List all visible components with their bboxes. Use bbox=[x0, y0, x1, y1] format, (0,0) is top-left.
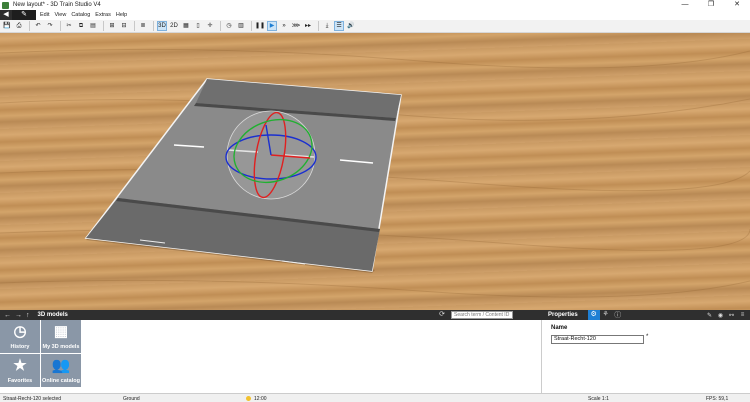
faster-icon[interactable]: ⋙ bbox=[291, 21, 301, 31]
properties-title: Properties bbox=[548, 312, 578, 318]
fastest-icon[interactable]: ▸▸ bbox=[303, 21, 313, 31]
toolbar-divider bbox=[60, 21, 61, 31]
ungroup-icon[interactable]: ⊟ bbox=[119, 21, 129, 31]
layers-icon[interactable]: ☰ bbox=[334, 21, 345, 31]
clock-icon: ◷ bbox=[13, 323, 27, 340]
history-tile[interactable]: ◷ History bbox=[0, 320, 40, 353]
back-arrow-icon[interactable]: ← bbox=[4, 312, 11, 319]
clock-icon[interactable]: ◷ bbox=[224, 21, 234, 31]
people-icon: 👥 bbox=[51, 357, 71, 374]
eye-icon[interactable]: ◉ bbox=[715, 312, 726, 319]
window-title: New layout* - 3D Train Studio V4 bbox=[13, 2, 101, 8]
train-icon[interactable]: ▯ bbox=[193, 21, 203, 31]
catalog-panel: ◷ History ▦ My 3D models ★ Favorites 👥 O… bbox=[0, 320, 541, 393]
catalog-header: ← → ↑ 3D models ⟳ Search term / Content … bbox=[0, 310, 541, 320]
fps-status: FPS: 59,1 bbox=[706, 396, 729, 402]
scene-canvas[interactable] bbox=[0, 33, 750, 310]
pin-icon[interactable]: ✎ bbox=[704, 312, 715, 319]
copy-icon[interactable]: ⧉ bbox=[76, 21, 86, 31]
name-field[interactable]: Straat-Recht-120 bbox=[551, 335, 644, 344]
move-icon[interactable]: ✛ bbox=[205, 21, 215, 31]
tile-label: History bbox=[10, 344, 30, 350]
link-icon[interactable]: ⚯ bbox=[726, 312, 737, 319]
layer-status: Ground bbox=[123, 396, 140, 402]
book-icon[interactable]: ▥ bbox=[236, 21, 246, 31]
tile-label: Online catalog bbox=[42, 378, 80, 384]
menu-extras[interactable]: Extras bbox=[95, 12, 111, 18]
minimize-button[interactable]: — bbox=[672, 0, 698, 10]
menu-view[interactable]: View bbox=[54, 12, 66, 18]
play-icon[interactable]: ▶ bbox=[267, 21, 278, 31]
cut-icon[interactable]: ✂ bbox=[64, 21, 74, 31]
catalog-search-input[interactable]: Search term / Content ID bbox=[451, 311, 513, 319]
sound-icon[interactable]: 🔊 bbox=[346, 21, 356, 31]
sun-icon[interactable] bbox=[246, 396, 251, 401]
edit-mode-button[interactable]: ✎ bbox=[12, 10, 36, 20]
menu-bar: ◀ ✎ Edit View Catalog Extras Help bbox=[0, 10, 750, 20]
properties-panel: Name Straat-Recht-120 * bbox=[541, 320, 750, 393]
selection-status: Straat-Recht-120 selected bbox=[3, 396, 62, 402]
menu-help[interactable]: Help bbox=[116, 12, 127, 18]
back-button[interactable]: ◀ bbox=[0, 10, 12, 20]
scale-status: Scale 1:1 bbox=[588, 396, 609, 402]
up-arrow-icon[interactable]: ↑ bbox=[26, 312, 30, 319]
download-icon[interactable]: ⤓ bbox=[322, 21, 332, 31]
favorites-tile[interactable]: ★ Favorites bbox=[0, 354, 40, 387]
window-controls: — ❐ ✕ bbox=[672, 0, 750, 10]
toolbar-divider bbox=[103, 21, 104, 31]
toolbar-divider bbox=[318, 21, 320, 31]
pause-icon[interactable]: ❚❚ bbox=[255, 21, 265, 31]
catalog-title: 3D models bbox=[37, 312, 68, 318]
menu-edit[interactable]: Edit bbox=[40, 12, 49, 18]
settings-tab-icon[interactable]: ⚙ bbox=[587, 310, 600, 320]
fast-forward-icon[interactable]: » bbox=[279, 21, 289, 31]
redo-icon[interactable]: ↷ bbox=[45, 21, 55, 31]
save-icon[interactable]: 💾 bbox=[2, 21, 12, 31]
view-3d-button[interactable]: 3D bbox=[157, 21, 167, 31]
toolbar-divider bbox=[153, 21, 154, 31]
paste-icon[interactable]: ▤ bbox=[88, 21, 98, 31]
menu-catalog[interactable]: Catalog bbox=[71, 12, 90, 18]
group-icon[interactable]: ⊞ bbox=[107, 21, 117, 31]
properties-tabs: ⚙ ⚘ ⓘ bbox=[587, 310, 624, 320]
info-tab-icon[interactable]: ⓘ bbox=[612, 310, 624, 320]
view-2d-button[interactable]: 2D bbox=[169, 21, 179, 31]
properties-actions: ✎ ◉ ⚯ ≡ bbox=[704, 312, 748, 319]
grid-icon: ▦ bbox=[53, 323, 69, 340]
hierarchy-tab-icon[interactable]: ⚘ bbox=[600, 310, 612, 320]
3d-viewport[interactable] bbox=[0, 33, 750, 310]
time-status[interactable]: 12:00 bbox=[254, 396, 267, 402]
status-bar: Straat-Recht-120 selected Ground 12:00 S… bbox=[0, 393, 750, 402]
grid-icon[interactable]: ▦ bbox=[181, 21, 191, 31]
properties-header: Properties ⚙ ⚘ ⓘ ✎ ◉ ⚯ ≡ bbox=[541, 310, 750, 320]
tile-label: My 3D models bbox=[42, 344, 80, 350]
name-label: Name bbox=[551, 325, 568, 331]
list-icon[interactable]: ≣ bbox=[138, 21, 148, 31]
main-toolbar: 💾 ⎙ ↶ ↷ ✂ ⧉ ▤ ⊞ ⊟ ≣ 3D 2D ▦ ▯ ✛ ◷ ▥ ❚❚ ▶… bbox=[0, 20, 750, 33]
my-3d-models-tile[interactable]: ▦ My 3D models bbox=[41, 320, 81, 353]
app-logo-icon bbox=[2, 1, 9, 9]
title-bar: New layout* - 3D Train Studio V4 — ❐ ✕ bbox=[0, 0, 750, 10]
toolbar-divider bbox=[251, 21, 252, 31]
close-button[interactable]: ✕ bbox=[724, 0, 750, 10]
online-catalog-tile[interactable]: 👥 Online catalog bbox=[41, 354, 81, 387]
toolbar-divider bbox=[134, 21, 135, 31]
print-icon[interactable]: ⎙ bbox=[14, 21, 24, 31]
toolbar-divider bbox=[220, 21, 221, 31]
forward-arrow-icon[interactable]: → bbox=[15, 312, 22, 319]
tile-label: Favorites bbox=[7, 378, 33, 384]
restore-button[interactable]: ❐ bbox=[698, 0, 724, 10]
undo-icon[interactable]: ↶ bbox=[33, 21, 43, 31]
refresh-icon[interactable]: ⟳ bbox=[439, 310, 445, 318]
required-mark: * bbox=[646, 334, 649, 340]
toolbar-divider bbox=[29, 21, 30, 31]
menu-icon[interactable]: ≡ bbox=[737, 312, 748, 319]
star-icon: ★ bbox=[13, 357, 27, 374]
